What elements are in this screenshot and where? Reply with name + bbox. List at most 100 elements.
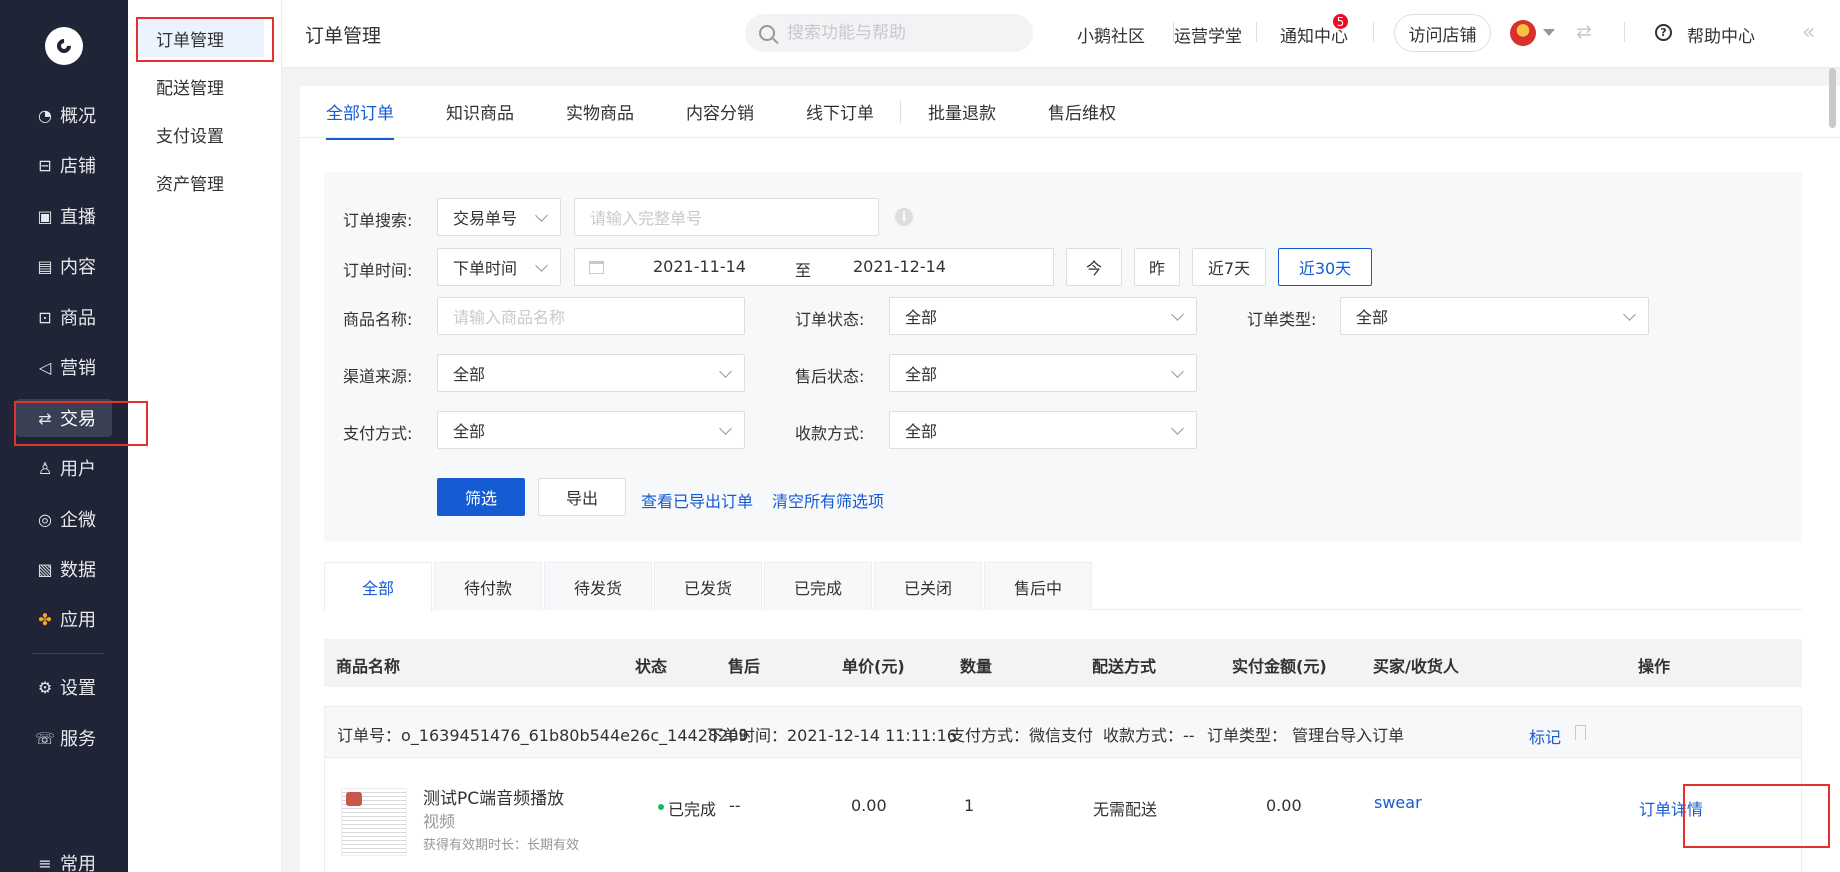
product-name-input[interactable]: 请输入商品名称: [437, 297, 745, 335]
order-table-header: 商品名称 状态 售后 单价(元) 数量 配送方式 实付金额(元) 买家/收货人 …: [324, 639, 1802, 687]
chevron-down-icon[interactable]: [1543, 29, 1555, 36]
order-number-input[interactable]: 请输入完整单号: [574, 198, 879, 236]
sidebar-item-service[interactable]: ☏ 服务: [16, 719, 112, 757]
sidebar-item-products[interactable]: ⊡ 商品: [16, 298, 112, 336]
order-detail-link[interactable]: 订单详情: [1639, 796, 1703, 820]
scrollbar[interactable]: [1829, 68, 1836, 128]
visit-store-button[interactable]: 访问店铺: [1394, 14, 1491, 52]
filter-button[interactable]: 筛选: [437, 478, 525, 516]
product-name[interactable]: 测试PC端音频播放: [423, 784, 564, 809]
status-tab-aftersale[interactable]: 售后中: [984, 562, 1092, 610]
clear-filters-link[interactable]: 清空所有筛选项: [772, 488, 884, 512]
divider: [900, 101, 901, 123]
quick-7days-button[interactable]: 近7天: [1192, 248, 1266, 286]
status-tab-all[interactable]: 全部: [324, 562, 432, 611]
order-status-select[interactable]: 全部: [889, 297, 1197, 335]
status-tab-pending-shipment[interactable]: 待发货: [544, 562, 652, 610]
sidebar-item-settings[interactable]: ⚙ 设置: [16, 668, 112, 706]
community-link[interactable]: 小鹅社区: [1077, 22, 1145, 47]
order-time-type-select[interactable]: 下单时间: [437, 248, 561, 286]
quick-yesterday-button[interactable]: 昨: [1134, 248, 1180, 286]
tab-knowledge-products[interactable]: 知识商品: [446, 99, 514, 138]
academy-link[interactable]: 运营学堂: [1174, 22, 1242, 47]
subnav-item-assets[interactable]: 资产管理: [138, 163, 264, 201]
app-logo[interactable]: [45, 27, 83, 65]
subnav-item-delivery[interactable]: 配送管理: [138, 67, 264, 105]
tab-batch-refund[interactable]: 批量退款: [928, 99, 996, 138]
divider: [1624, 22, 1625, 42]
column-header: 买家/收货人: [1373, 657, 1459, 676]
live-icon: ▣: [37, 206, 53, 226]
date-range-picker[interactable]: 2021-11-14 至 2021-12-14: [574, 248, 1054, 286]
sidebar-item-content[interactable]: ▤ 内容: [16, 247, 112, 285]
switch-icon[interactable]: ⇄: [1576, 21, 1592, 43]
sidebar-item-users[interactable]: ♙ 用户: [16, 449, 112, 487]
channel-select[interactable]: 全部: [437, 354, 745, 392]
chevron-down-icon: [1623, 308, 1636, 321]
order-type-tabs: 全部订单 知识商品 实物商品 内容分销 线下订单 批量退款 售后维权: [300, 86, 1840, 140]
status-tab-closed[interactable]: 已关闭: [874, 562, 982, 610]
mark-link[interactable]: 标记: [1529, 724, 1561, 748]
sidebar-item-overview[interactable]: ◔ 概况: [16, 96, 112, 134]
collapse-icon[interactable]: «: [1802, 20, 1816, 45]
pay-method-select[interactable]: 全部: [437, 411, 745, 449]
document-icon: ▤: [37, 256, 53, 276]
view-exported-link[interactable]: 查看已导出订单: [641, 488, 753, 512]
sidebar-item-live[interactable]: ▣ 直播: [16, 197, 112, 235]
collect-method-label: 收款方式:: [795, 424, 865, 443]
collect-method-select[interactable]: 全部: [889, 411, 1197, 449]
help-icon: ?: [1655, 24, 1672, 41]
order-type-label: 订单类型:: [1247, 310, 1317, 329]
help-center-link[interactable]: 帮助中心: [1687, 22, 1755, 47]
chevron-down-icon: [1171, 365, 1184, 378]
chevron-down-icon: [1171, 422, 1184, 435]
search-box[interactable]: [745, 14, 1033, 52]
export-button[interactable]: 导出: [538, 478, 626, 516]
tab-content-distribution[interactable]: 内容分销: [686, 99, 754, 138]
quick-30days-button[interactable]: 近30天: [1278, 248, 1372, 286]
chevron-down-icon: [535, 209, 548, 222]
subnav-item-payment[interactable]: 支付设置: [138, 115, 264, 153]
page-title: 订单管理: [305, 25, 382, 47]
status-tab-shipped[interactable]: 已发货: [654, 562, 762, 610]
sidebar-item-wecom[interactable]: ◎ 企微: [16, 500, 112, 538]
order-search-type-select[interactable]: 交易单号: [437, 198, 561, 236]
order-type-select[interactable]: 全部: [1340, 297, 1649, 335]
sidebar-item-apps[interactable]: ✤ 应用: [16, 600, 112, 638]
apps-icon: ✤: [38, 609, 52, 629]
gear-icon: ⚙: [37, 677, 53, 697]
status-tab-completed[interactable]: 已完成: [764, 562, 872, 610]
tab-offline-orders[interactable]: 线下订单: [806, 99, 874, 138]
subnav-item-orders[interactable]: 订单管理: [138, 19, 264, 57]
info-icon[interactable]: i: [895, 208, 913, 226]
sidebar-item-data[interactable]: ▧ 数据: [16, 550, 112, 588]
bookmark-icon[interactable]: [1575, 725, 1586, 740]
sidebar-item-trade[interactable]: ⇄ 交易: [16, 399, 112, 437]
column-header: 状态: [635, 657, 668, 676]
date-start[interactable]: 2021-11-14: [653, 257, 746, 276]
sidebar-item-common[interactable]: ≡ 常用: [16, 844, 112, 872]
order-type: 订单类型： 管理台导入订单: [1207, 726, 1405, 745]
sidebar-item-marketing[interactable]: ◁ 营销: [16, 348, 112, 386]
tab-after-sales[interactable]: 售后维权: [1048, 99, 1116, 138]
pay-method-label: 支付方式:: [343, 424, 413, 443]
sidebar-item-store[interactable]: ⊟ 店铺: [16, 146, 112, 184]
order-pay-method: 支付方式：微信支付: [949, 726, 1094, 745]
order-aftersale: --: [729, 796, 741, 815]
table-row: 测试PC端音频播放 视频 获得有效期时长：长期有效 已完成 -- 0.00 1 …: [324, 758, 1802, 872]
search-input[interactable]: [787, 23, 1007, 43]
date-end[interactable]: 2021-12-14: [853, 257, 946, 276]
buyer-link[interactable]: swear: [1374, 793, 1422, 812]
divider: [1373, 22, 1374, 42]
column-header: 商品名称: [336, 657, 401, 676]
status-tab-pending-payment[interactable]: 待付款: [434, 562, 542, 610]
date-separator: 至: [795, 261, 812, 280]
avatar[interactable]: [1510, 20, 1536, 46]
aftersale-status-select[interactable]: 全部: [889, 354, 1197, 392]
tab-physical-products[interactable]: 实物商品: [566, 99, 634, 138]
quick-today-button[interactable]: 今: [1066, 248, 1122, 286]
column-header: 数量: [960, 657, 993, 676]
order-status-label: 订单状态:: [795, 310, 865, 329]
tab-all-orders[interactable]: 全部订单: [326, 99, 394, 140]
box-icon: ⊡: [38, 307, 52, 327]
